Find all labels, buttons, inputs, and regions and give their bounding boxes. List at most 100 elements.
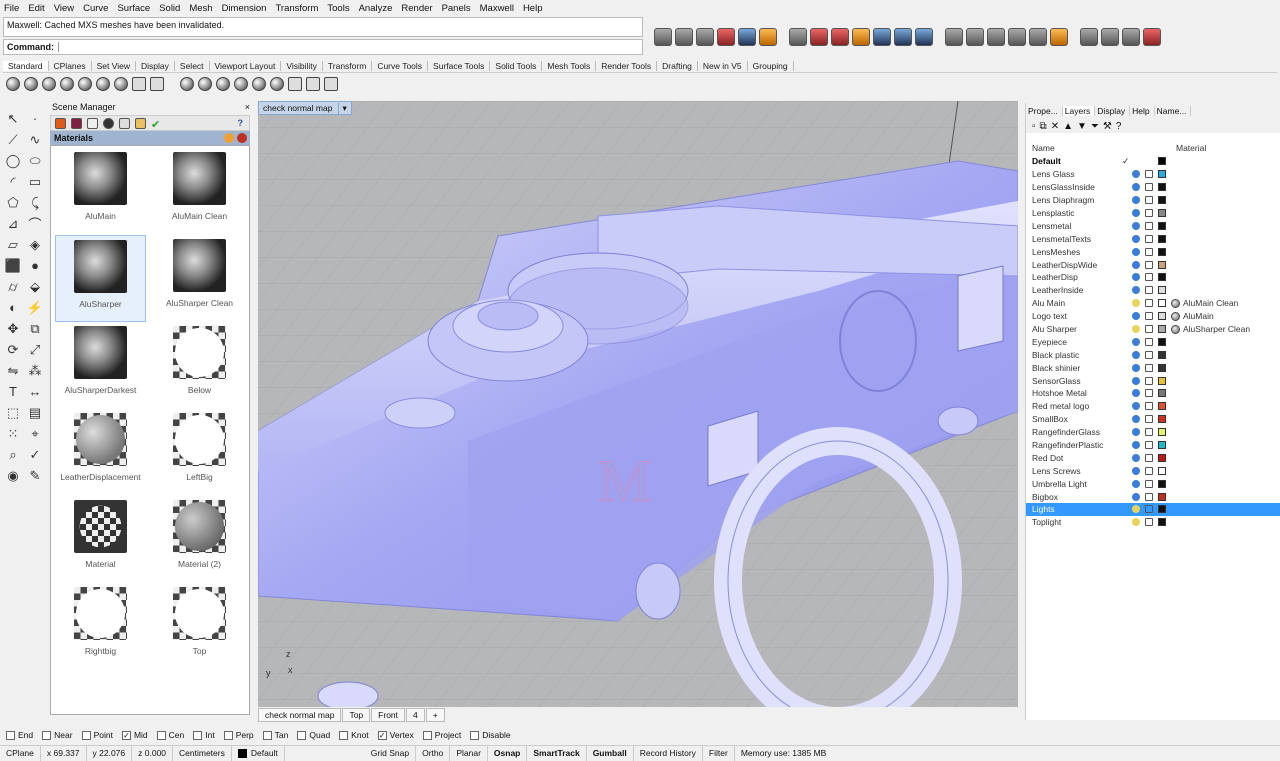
sphere-solid-icon[interactable]: ● <box>24 255 46 276</box>
new-sublayer-icon[interactable]: ⧉ <box>1040 121 1047 132</box>
record-history-toggle[interactable]: Record History <box>634 745 703 761</box>
hatch-icon[interactable]: ▤ <box>24 402 46 423</box>
lock-icon[interactable] <box>1145 260 1153 269</box>
layer-row[interactable]: Eyepiece <box>1026 335 1280 348</box>
layer-row[interactable]: Hotshoe Metal <box>1026 387 1280 400</box>
layer-color-swatch[interactable] <box>1158 234 1166 243</box>
light-bulb-icon[interactable] <box>1132 466 1140 475</box>
layer-row[interactable]: Lensplastic <box>1026 207 1280 220</box>
lock-icon[interactable] <box>1145 170 1153 179</box>
panel-tab-name[interactable]: Name... <box>1155 106 1192 116</box>
lock-icon[interactable] <box>1145 325 1153 334</box>
light-bulb-icon[interactable] <box>1132 337 1140 346</box>
layer-color-swatch[interactable] <box>1158 299 1166 308</box>
render-icon[interactable] <box>654 28 672 46</box>
tab-curve-tools[interactable]: Curve Tools <box>372 61 429 71</box>
offset-icon[interactable]: ⊿ <box>2 213 24 234</box>
save-icon[interactable] <box>738 28 756 46</box>
emitter-tab-icon[interactable] <box>87 117 98 129</box>
materials-tab-icon[interactable] <box>55 117 66 129</box>
sphere-icon[interactable] <box>789 28 807 46</box>
layer-row[interactable]: LeatherInside <box>1026 284 1280 297</box>
layer-row[interactable]: Red metal logo <box>1026 400 1280 413</box>
viewport-tab[interactable]: Top <box>342 708 371 722</box>
lock-icon[interactable] <box>1145 183 1153 192</box>
camera-icon[interactable] <box>873 28 891 46</box>
viewport-tab[interactable]: + <box>425 708 445 722</box>
light-bulb-icon[interactable] <box>1132 273 1140 282</box>
light-bulb-icon[interactable] <box>1132 325 1140 334</box>
cylinder-icon[interactable]: ⌭ <box>2 276 24 297</box>
layer-color-swatch[interactable] <box>1158 170 1166 179</box>
menu-item-mesh[interactable]: Mesh <box>189 3 212 14</box>
layer-row[interactable]: Logo text AluMain <box>1026 310 1280 323</box>
fd-icon[interactable] <box>1008 28 1026 46</box>
layer-row[interactable]: RangefinderPlastic <box>1026 439 1280 452</box>
circle-icon[interactable]: ◯ <box>2 150 24 171</box>
layer-row[interactable]: Alu Sharper AluSharper Clean <box>1026 323 1280 336</box>
light-bulb-icon[interactable] <box>1132 441 1140 450</box>
chevron-down-icon[interactable]: ▾ <box>338 102 347 114</box>
lock-icon[interactable] <box>1145 247 1153 256</box>
mesh-icon[interactable]: ⚡ <box>24 297 46 318</box>
checkbox[interactable] <box>297 730 307 740</box>
artistic-sphere-icon[interactable] <box>96 77 110 91</box>
tab-drafting[interactable]: Drafting <box>657 61 698 71</box>
material-item[interactable]: LeftBig <box>150 409 249 496</box>
filter-icon[interactable]: ⏷ <box>1091 121 1099 132</box>
layer-row[interactable]: Black plastic <box>1026 348 1280 361</box>
layer-color-swatch[interactable] <box>1158 453 1166 462</box>
lock-icon[interactable] <box>1145 505 1153 514</box>
command-line[interactable]: Command: <box>3 39 643 55</box>
rotate-icon[interactable]: ⟳ <box>2 339 24 360</box>
grid-array-icon[interactable]: ⁙ <box>2 423 24 444</box>
lock-icon[interactable] <box>1145 209 1153 217</box>
layer-color-swatch[interactable] <box>1158 518 1166 527</box>
light-bulb-icon[interactable] <box>216 77 230 91</box>
osnap-tan[interactable]: Tan <box>262 730 288 740</box>
polygon-icon[interactable]: ⬠ <box>2 192 24 213</box>
shaded-sphere-icon[interactable] <box>6 77 20 91</box>
osnap-quad[interactable]: Quad <box>297 730 330 740</box>
osnap-mid[interactable]: ✓ Mid <box>121 730 148 740</box>
menu-item-view[interactable]: View <box>54 3 74 14</box>
light-bulb-icon[interactable] <box>1132 376 1140 385</box>
boolean-icon[interactable]: ◐ <box>2 297 24 318</box>
menu-item-file[interactable]: File <box>4 3 19 14</box>
lock-icon[interactable] <box>1145 492 1153 501</box>
osnap-vertex[interactable]: ✓ Vertex <box>377 730 414 740</box>
osnap-int[interactable]: Int <box>193 730 215 740</box>
viewport-tab[interactable]: 4 <box>406 708 425 722</box>
checkbox[interactable] <box>156 730 166 740</box>
checkbox[interactable] <box>42 730 52 740</box>
osnap-near[interactable]: Near <box>42 730 73 740</box>
move-up-icon[interactable]: ▲ <box>1063 121 1073 132</box>
lock-icon[interactable] <box>1145 299 1153 308</box>
environment-ball-icon[interactable] <box>270 77 284 91</box>
polyline-icon[interactable]: ⟋ <box>2 129 24 150</box>
lock-icon[interactable] <box>1145 402 1153 411</box>
layer-color-swatch[interactable] <box>1158 492 1166 501</box>
tab-render-tools[interactable]: Render Tools <box>596 61 658 71</box>
tab-mesh-tools[interactable]: Mesh Tools <box>542 61 597 71</box>
material-item[interactable]: AluMain Clean <box>150 148 249 235</box>
light-bulb-icon[interactable] <box>1132 428 1140 437</box>
lock-icon[interactable] <box>1145 363 1153 372</box>
layer-row[interactable]: LensGlassInside <box>1026 181 1280 194</box>
render-settings-icon[interactable] <box>1080 28 1098 46</box>
dimension-icon[interactable]: ↔ <box>24 381 46 402</box>
osnap-perp[interactable]: Perp <box>223 730 254 740</box>
camera-red-icon[interactable] <box>1143 28 1161 46</box>
menu-item-edit[interactable]: Edit <box>28 3 44 14</box>
lock-icon[interactable] <box>1145 286 1153 295</box>
layer-color-swatch[interactable] <box>1158 221 1166 230</box>
layer-color-swatch[interactable] <box>1158 389 1166 398</box>
analyze-icon[interactable]: ⌕ <box>2 444 24 465</box>
checkbox[interactable] <box>262 730 272 740</box>
extrude-icon[interactable]: ⬙ <box>24 276 46 297</box>
lock-icon[interactable] <box>1145 466 1153 475</box>
layer-color-swatch[interactable] <box>1158 350 1166 359</box>
monitor-icon[interactable] <box>324 77 338 91</box>
box-icon[interactable]: ⬛ <box>2 255 24 276</box>
cplane-label[interactable]: CPlane <box>0 745 41 761</box>
